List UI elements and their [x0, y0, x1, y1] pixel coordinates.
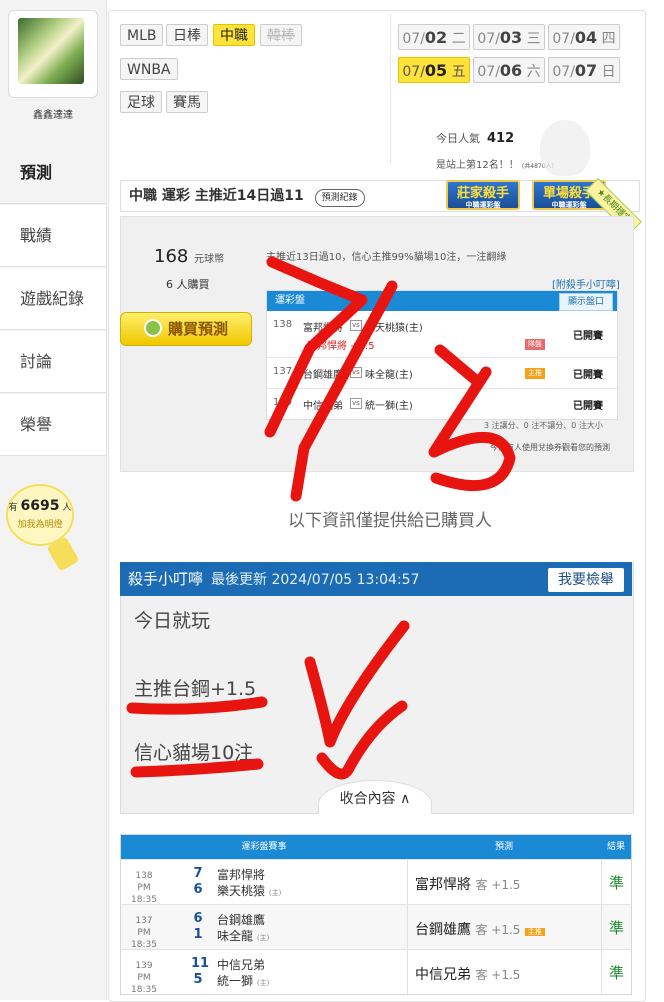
- handwriting-overlay: [126, 256, 516, 780]
- handwritten-one: [434, 344, 484, 388]
- handwritten-seven: [264, 256, 368, 438]
- handwritten-check-1: [304, 620, 410, 748]
- underline-1: [126, 696, 268, 715]
- handwritten-five: [428, 366, 516, 491]
- underline-2: [130, 758, 264, 778]
